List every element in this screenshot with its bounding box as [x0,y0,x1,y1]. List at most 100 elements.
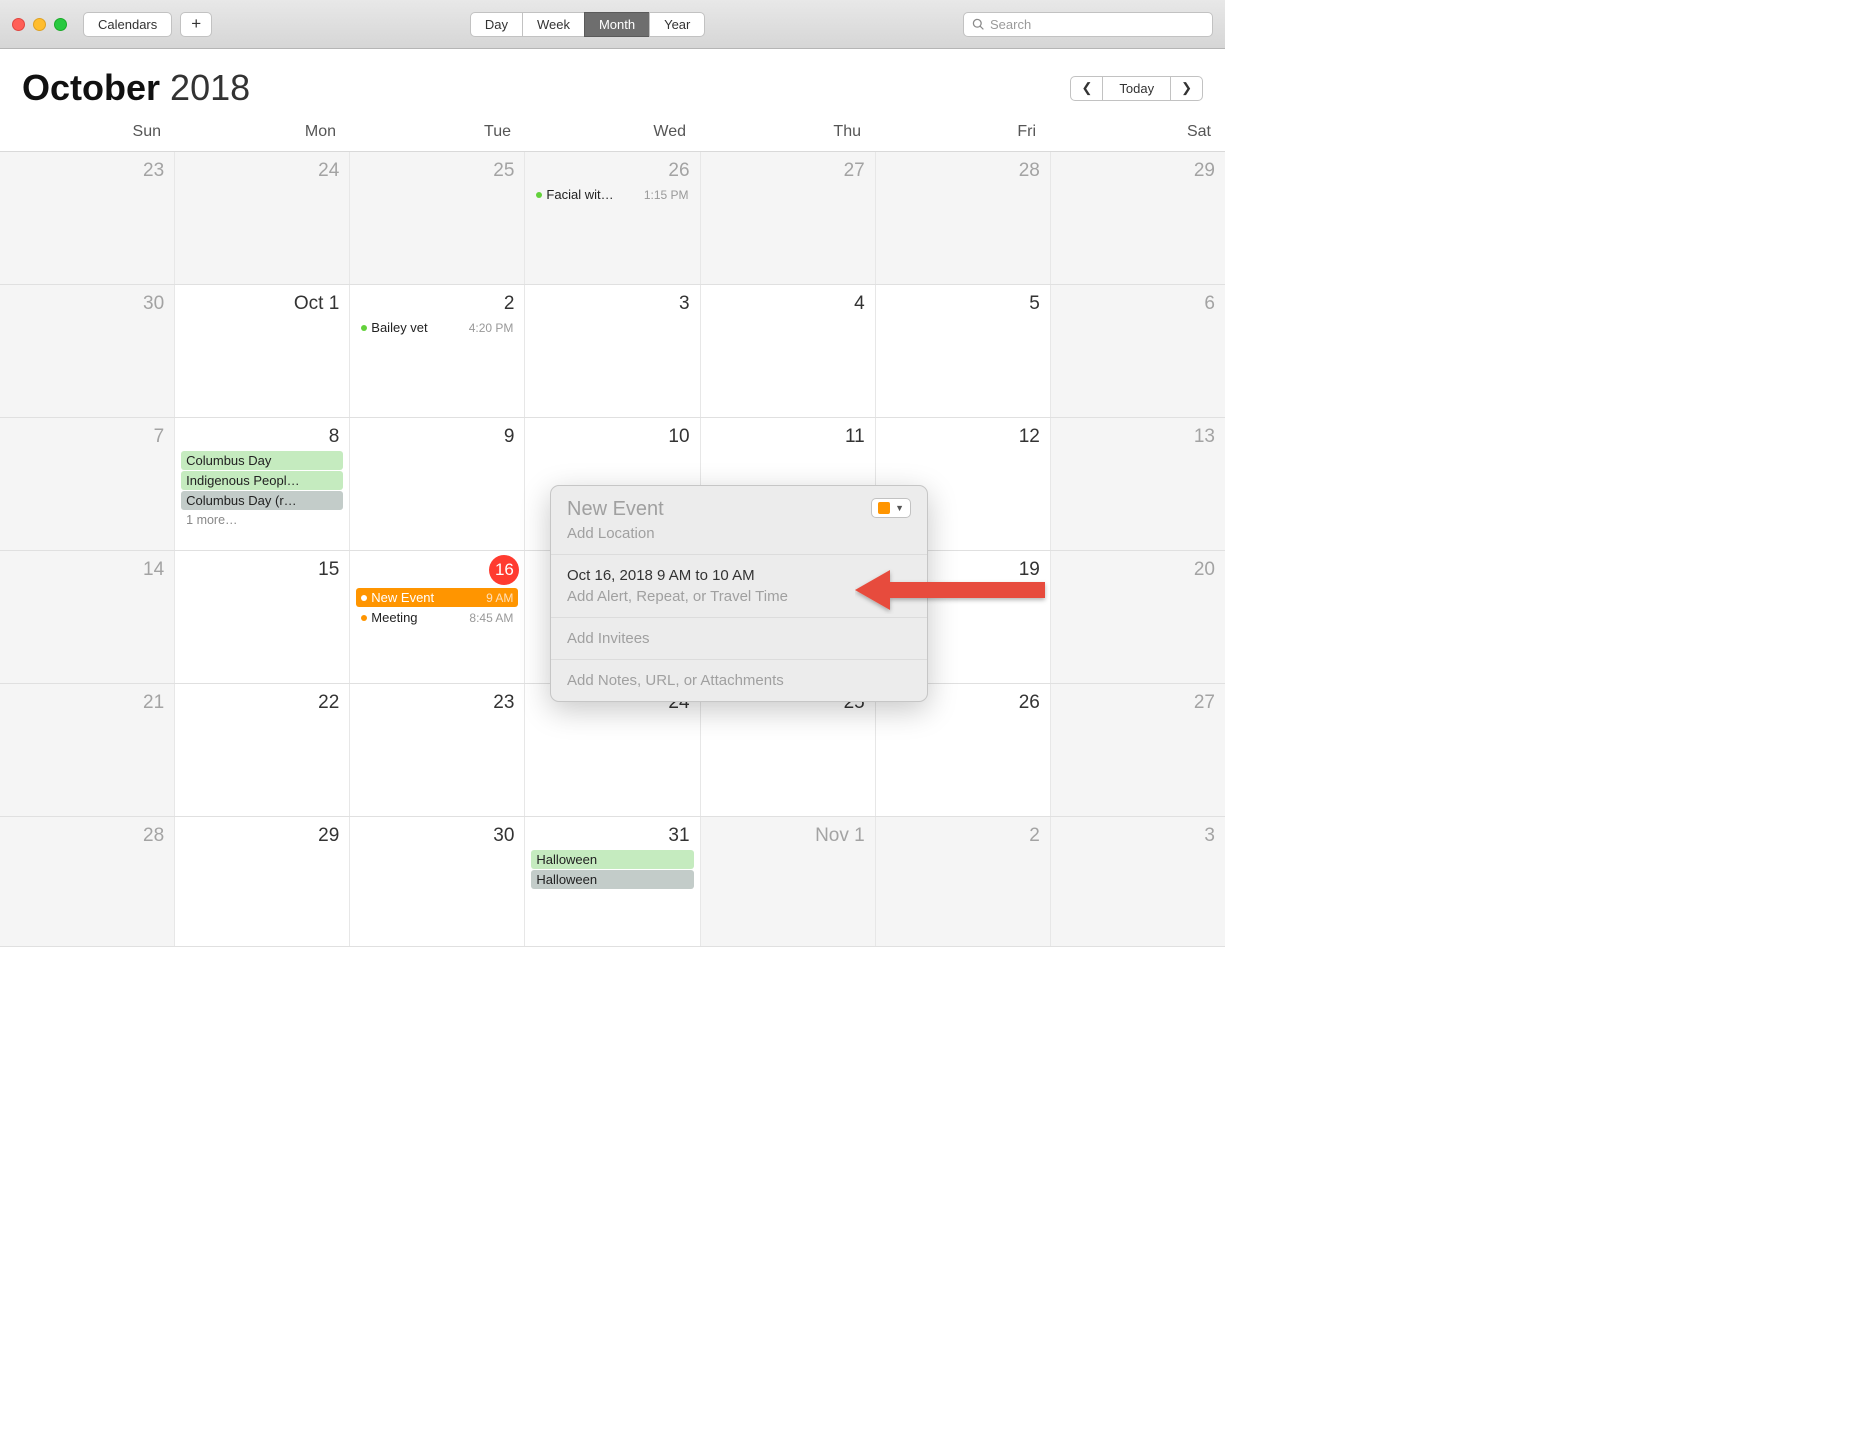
event-title-input[interactable]: New Event [567,498,664,521]
event-editor-popover: New Event Add Location ▼ Oct 16, 2018 9 … [550,485,928,702]
day-number: 30 [143,291,168,315]
add-event-button[interactable]: + [180,12,212,37]
calendar-color-picker[interactable]: ▼ [871,498,911,518]
maximize-window-button[interactable] [54,18,67,31]
event-dot-icon [361,325,367,331]
event-notes-field[interactable]: Add Notes, URL, or Attachments [567,672,911,689]
day-cell[interactable]: 24 [175,152,350,284]
day-cell[interactable]: 31 Halloween Halloween [525,817,700,946]
calendar-event[interactable]: Indigenous Peopl… [181,471,343,490]
day-number: 31 [668,823,693,847]
day-number: 28 [1019,158,1044,182]
day-cell[interactable]: 2 Bailey vet4:20 PM [350,285,525,417]
view-year-button[interactable]: Year [649,12,705,37]
event-location-input[interactable]: Add Location [567,525,664,542]
day-cell[interactable]: 29 [175,817,350,946]
day-cell[interactable]: 13 [1051,418,1225,550]
window-controls [12,18,67,31]
day-cell[interactable]: 30 [0,285,175,417]
event-title: Meeting [371,610,465,625]
calendar-event[interactable]: Columbus Day [181,451,343,470]
day-cell[interactable]: Nov 1 [701,817,876,946]
day-cell[interactable]: 3 [525,285,700,417]
event-title: Halloween [536,852,688,867]
event-title: Bailey vet [371,320,464,335]
day-number: 26 [1019,690,1044,714]
day-cell[interactable]: 28 [0,817,175,946]
day-number: 9 [504,424,519,448]
day-header: Sat [1050,115,1225,151]
day-cell[interactable]: 20 [1051,551,1225,683]
event-alert-field[interactable]: Add Alert, Repeat, or Travel Time [567,588,911,605]
day-number: 23 [493,690,518,714]
day-number: 7 [154,424,169,448]
day-number: 26 [668,158,693,182]
day-cell[interactable]: 25 [701,684,876,816]
day-cell[interactable]: 6 [1051,285,1225,417]
day-number: 27 [844,158,869,182]
day-cell[interactable]: 7 [0,418,175,550]
calendar-event[interactable]: Halloween [531,870,693,889]
event-title: Columbus Day (r… [186,493,338,508]
day-number: 4 [854,291,869,315]
week-row: 232425 26 Facial wit…1:15 PM 27 28 29 [0,152,1225,285]
day-cell[interactable]: 24 [525,684,700,816]
day-header: Sun [0,115,175,151]
view-week-button[interactable]: Week [522,12,585,37]
day-cell[interactable]: 27 [701,152,876,284]
toolbar: Calendars + DayWeekMonthYear [0,0,1225,49]
day-cell[interactable]: 23 [0,152,175,284]
day-cell[interactable]: 8Columbus DayIndigenous Peopl…Columbus D… [175,418,350,550]
calendar-event[interactable]: Bailey vet4:20 PM [356,318,518,337]
day-header: Thu [700,115,875,151]
search-input[interactable] [990,17,1204,32]
event-title: Indigenous Peopl… [186,473,338,488]
day-number: 3 [679,291,694,315]
calendars-button[interactable]: Calendars [83,12,172,37]
day-number: 20 [1194,557,1219,581]
day-cell[interactable]: 16New Event9 AMMeeting8:45 AM [350,551,525,683]
day-cell[interactable]: 14 [0,551,175,683]
view-month-button[interactable]: Month [584,12,650,37]
day-number: 2 [504,291,519,315]
day-cell[interactable]: 25 [350,152,525,284]
prev-month-button[interactable]: ❮ [1070,76,1103,101]
day-cell[interactable]: 26 [876,684,1051,816]
day-cell[interactable]: 9 [350,418,525,550]
calendar-event[interactable]: Halloween [531,850,693,869]
day-cell[interactable]: 2 [876,817,1051,946]
event-datetime-field[interactable]: Oct 16, 2018 9 AM to 10 AM [567,567,911,584]
minimize-window-button[interactable] [33,18,46,31]
day-cell[interactable]: 15 [175,551,350,683]
date-nav: ❮ Today ❯ [1070,76,1203,101]
day-cell[interactable]: 29 [1051,152,1225,284]
calendar-event[interactable]: Meeting8:45 AM [356,608,518,627]
day-cell[interactable]: 22 [175,684,350,816]
view-day-button[interactable]: Day [470,12,523,37]
day-cell[interactable]: Oct 1 [175,285,350,417]
day-number: 5 [1029,291,1044,315]
chevron-down-icon: ▼ [895,503,904,513]
day-cell[interactable]: 30 [350,817,525,946]
today-button[interactable]: Today [1102,76,1171,101]
next-month-button[interactable]: ❯ [1170,76,1203,101]
calendar-event[interactable]: New Event9 AM [356,588,518,607]
day-cell[interactable]: 23 [350,684,525,816]
calendar-event[interactable]: Columbus Day (r… [181,491,343,510]
event-title: New Event [371,590,482,605]
calendar-event[interactable]: Facial wit…1:15 PM [531,185,693,204]
day-cell[interactable]: 26 Facial wit…1:15 PM [525,152,700,284]
day-cell[interactable]: 21 [0,684,175,816]
week-row: 30 Oct 1 2 Bailey vet4:20 PM 3 4 5 6 [0,285,1225,418]
close-window-button[interactable] [12,18,25,31]
search-field[interactable] [963,12,1213,37]
more-events-link[interactable]: 1 more… [181,511,343,529]
day-cell[interactable]: 28 [876,152,1051,284]
event-invitees-field[interactable]: Add Invitees [567,630,911,647]
day-number: 6 [1204,291,1219,315]
day-cell[interactable]: 4 [701,285,876,417]
day-header: Wed [525,115,700,151]
day-cell[interactable]: 27 [1051,684,1225,816]
day-cell[interactable]: 5 [876,285,1051,417]
day-cell[interactable]: 3 [1051,817,1225,946]
